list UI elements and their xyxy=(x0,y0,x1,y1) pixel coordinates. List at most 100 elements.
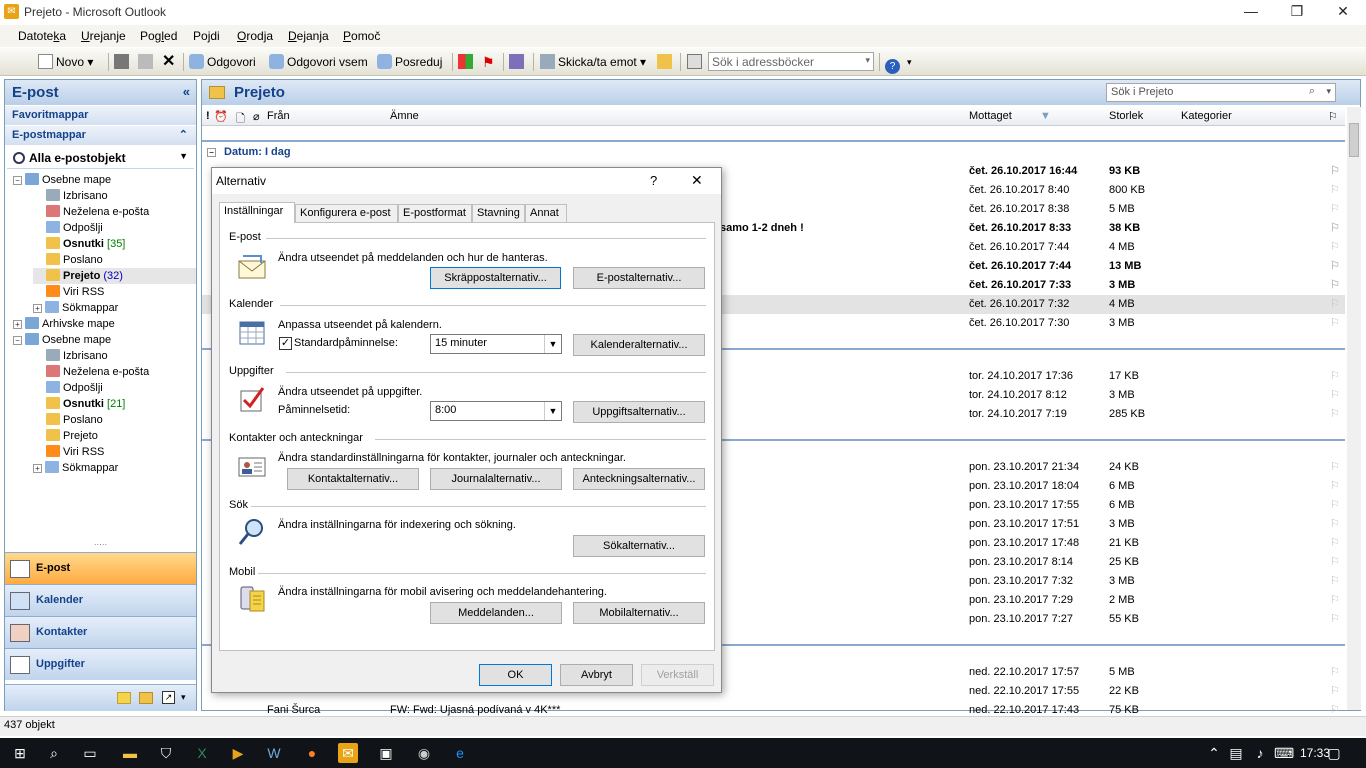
collapse-icon[interactable]: − xyxy=(13,336,22,345)
file-explorer-icon[interactable]: ▬ xyxy=(120,743,140,763)
task-options-button[interactable]: Uppgiftsalternativ... xyxy=(573,401,705,423)
shortcuts-icon[interactable]: ↗ xyxy=(162,691,175,704)
cancel-button[interactable]: Avbryt xyxy=(560,664,633,686)
nav-button-tasks[interactable]: Uppgifter xyxy=(5,648,196,680)
network-icon[interactable]: ▤ xyxy=(1226,743,1246,763)
junk-mail-options-button[interactable]: Skräppostalternativ... xyxy=(430,267,561,289)
notes-icon[interactable] xyxy=(117,692,131,704)
folder-viri-rss[interactable]: Viri RSS xyxy=(33,444,196,460)
minimize-button[interactable]: — xyxy=(1228,0,1274,24)
pane-resize-grip[interactable]: ····· xyxy=(5,541,196,549)
flag-icon[interactable]: ⚐ xyxy=(1330,496,1340,515)
menu-pogled[interactable]: Pogled xyxy=(140,29,177,43)
all-mail-items-selector[interactable]: Alla e-postobjekt ▼ xyxy=(7,147,194,169)
menu-datoteka[interactable]: Datoteka xyxy=(18,29,66,43)
flag-icon[interactable]: ⚐ xyxy=(1330,181,1340,200)
flag-icon[interactable]: ⚐ xyxy=(1330,534,1340,553)
store-icon[interactable]: ⛉ xyxy=(156,743,176,763)
notifications-button[interactable]: Meddelanden... xyxy=(430,602,562,624)
folder-viri-rss[interactable]: Viri RSS xyxy=(33,284,196,300)
favorite-folders-header[interactable]: Favoritmappar xyxy=(5,106,196,125)
flag-icon[interactable]: ⚐ xyxy=(1330,295,1340,314)
folder-odpošlji[interactable]: Odpošlji xyxy=(33,380,196,396)
importance-column-icon[interactable]: ! xyxy=(206,110,210,122)
delete-button[interactable]: ✕ xyxy=(162,52,175,72)
folder-osnutki[interactable]: Osnutki [35] xyxy=(33,236,196,252)
task-view-icon[interactable]: ▭ xyxy=(80,743,100,763)
column-received[interactable]: Mottaget xyxy=(969,110,1012,122)
collapse-icon[interactable]: − xyxy=(13,176,22,185)
media-player-icon[interactable]: ▶ xyxy=(228,743,248,763)
new-button[interactable]: Novo ▾ xyxy=(38,52,93,72)
folder-osebne-mape[interactable]: − Osebne mape xyxy=(13,332,196,348)
folder-list-icon[interactable] xyxy=(139,692,153,704)
categorize-button[interactable] xyxy=(458,52,476,72)
folder-prejeto[interactable]: Prejeto xyxy=(33,428,196,444)
apply-button[interactable]: Verkställ xyxy=(641,664,714,686)
collapse-group-icon[interactable]: − xyxy=(207,148,216,157)
flag-icon[interactable]: ⚐ xyxy=(1330,515,1340,534)
notifications-icon[interactable]: ▢ xyxy=(1324,743,1344,763)
column-categories[interactable]: Kategorier xyxy=(1181,110,1232,122)
follow-up-button[interactable]: ⚑ xyxy=(482,52,495,72)
mail-folders-header[interactable]: E-postmappar ⌃ xyxy=(5,126,196,145)
chevron-down-icon[interactable]: ▾ xyxy=(1326,86,1331,97)
nav-button-mail[interactable]: E-post xyxy=(5,552,196,584)
folder-prejeto[interactable]: Prejeto (32) xyxy=(33,268,196,284)
flag-icon[interactable]: ⚐ xyxy=(1330,238,1340,257)
start-windows-icon[interactable]: ⊞ xyxy=(10,743,30,763)
column-subject[interactable]: Ämne xyxy=(390,110,419,122)
flag-icon[interactable]: ⚐ xyxy=(1330,257,1340,276)
flag-icon[interactable]: ⚐ xyxy=(1330,682,1340,701)
address-book-button[interactable] xyxy=(687,52,705,72)
calendar-options-button[interactable]: Kalenderalternativ... xyxy=(573,334,705,356)
icon-column-icon[interactable]: 🗋 xyxy=(236,110,245,129)
close-button[interactable]: ✕ xyxy=(1320,0,1366,24)
collapse-pane-button[interactable]: « xyxy=(183,84,190,99)
flag-status-column-icon[interactable]: ⚐ xyxy=(1328,110,1338,123)
tab-inställningar[interactable]: Inställningar xyxy=(219,202,295,223)
outlook-taskbar-icon[interactable]: ✉ xyxy=(338,743,358,763)
keyboard-icon[interactable]: ⌨ xyxy=(1274,743,1294,763)
folder-osnutki[interactable]: Osnutki [21] xyxy=(33,396,196,412)
attachment-column-icon[interactable]: ⌀ xyxy=(253,110,260,123)
tab-konfigurera-e-post[interactable]: Konfigurera e-post xyxy=(295,204,398,222)
flag-icon[interactable]: ⚐ xyxy=(1330,405,1340,424)
search-icon[interactable]: ⌕ xyxy=(44,743,64,763)
dialog-help-button[interactable]: ? xyxy=(650,173,657,188)
flag-icon[interactable]: ⚐ xyxy=(1330,458,1340,477)
tab-annat[interactable]: Annat xyxy=(525,204,567,222)
edge-icon[interactable]: e xyxy=(450,743,470,763)
mobile-options-button[interactable]: Mobilalternativ... xyxy=(573,602,705,624)
expand-icon[interactable]: + xyxy=(33,464,42,473)
folder-poslano[interactable]: Poslano xyxy=(33,252,196,268)
flag-icon[interactable]: ⚐ xyxy=(1330,314,1340,333)
rules-button[interactable] xyxy=(509,52,527,72)
default-reminder-select[interactable]: 15 minuter ▼ xyxy=(430,334,562,354)
flag-icon[interactable]: ⚐ xyxy=(1330,553,1340,572)
app-icon[interactable]: ◉ xyxy=(414,743,434,763)
folder-izbrisano[interactable]: Izbrisano xyxy=(33,188,196,204)
folder-neželena-e-pošta[interactable]: Neželena e-pošta xyxy=(33,204,196,220)
maximize-button[interactable]: ❐ xyxy=(1274,0,1320,24)
open-folder-button[interactable] xyxy=(657,52,675,72)
folder-odpošlji[interactable]: Odpošlji xyxy=(33,220,196,236)
folder-poslano[interactable]: Poslano xyxy=(33,412,196,428)
folder-neželena-e-pošta[interactable]: Neželena e-pošta xyxy=(33,364,196,380)
group-header-today[interactable]: − Datum: I dag xyxy=(202,140,1345,162)
app-icon[interactable]: ▣ xyxy=(376,743,396,763)
tab-stavning[interactable]: Stavning xyxy=(472,204,525,222)
column-from[interactable]: Från xyxy=(267,110,290,122)
flag-icon[interactable]: ⚐ xyxy=(1330,162,1340,181)
folder-s-kmappar[interactable]: + Sökmappar xyxy=(33,300,196,316)
menu-pomoč[interactable]: Pomoč xyxy=(343,29,380,43)
search-inbox-input[interactable]: Sök i Prejeto ⌕ ▾ xyxy=(1106,83,1336,102)
scrollbar-thumb[interactable] xyxy=(1349,123,1359,157)
search-options-button[interactable]: Sökalternativ... xyxy=(573,535,705,557)
vertical-scrollbar[interactable] xyxy=(1347,107,1361,710)
move-to-folder-button[interactable] xyxy=(138,52,156,72)
column-size[interactable]: Storlek xyxy=(1109,110,1143,122)
reminder-time-select[interactable]: 8:00 ▼ xyxy=(430,401,562,421)
address-book-search-input[interactable]: Sök i adressböcker ▾ xyxy=(708,52,874,71)
reply-all-button[interactable]: Odgovori vsem xyxy=(269,52,368,72)
